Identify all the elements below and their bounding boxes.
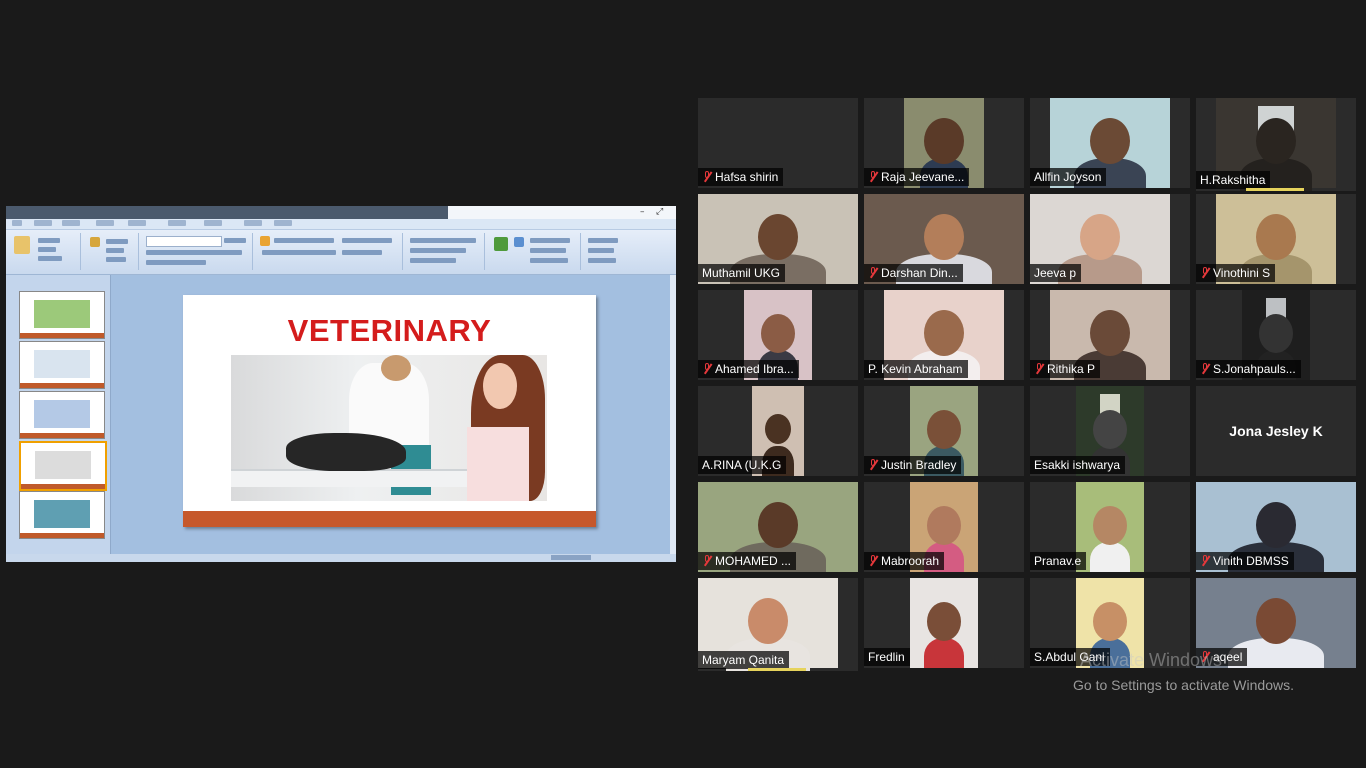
participant-name-label: Raja Jeevane...: [864, 168, 970, 186]
participant-name: Muthamil UKG: [702, 266, 781, 280]
participant-name-label: H.Rakshitha: [1196, 171, 1271, 189]
participant-name-label: Ahamed Ibra...: [698, 360, 799, 378]
participant-tile[interactable]: Maryam Qanita: [698, 578, 858, 671]
participant-name-label: Hafsa shirin: [698, 168, 784, 186]
participant-name-large: Jona Jesley K: [1229, 423, 1323, 439]
muted-mic-icon: [868, 555, 878, 567]
participant-name-label: P. Kevin Abraham: [864, 360, 968, 378]
participant-tile[interactable]: Jona Jesley K: [1196, 386, 1356, 476]
participant-name: A.RINA (U.K.G: [702, 458, 782, 472]
participant-tile[interactable]: Darshan Din...: [864, 194, 1024, 284]
speaking-indicator: [748, 668, 806, 671]
participant-name: Raja Jeevane...: [881, 170, 965, 184]
participant-tile[interactable]: Hafsa shirin: [698, 98, 858, 188]
participant-name: Jeeva p: [1034, 266, 1077, 280]
participant-tile[interactable]: Rithika P: [1030, 290, 1190, 380]
participant-tile[interactable]: Ahamed Ibra...: [698, 290, 858, 380]
participant-tile[interactable]: Raja Jeevane...: [864, 98, 1024, 188]
participant-name-label: Rithika P: [1030, 360, 1101, 378]
participant-tile[interactable]: Mabroorah: [864, 482, 1024, 572]
participant-name: Maryam Qanita: [702, 653, 785, 667]
muted-mic-icon: [868, 171, 878, 183]
muted-mic-icon: [1200, 267, 1210, 279]
participant-tile[interactable]: Pranav.e: [1030, 482, 1190, 572]
muted-mic-icon: [868, 459, 878, 471]
muted-mic-icon: [702, 171, 712, 183]
muted-mic-icon: [868, 267, 878, 279]
muted-mic-icon: [702, 363, 712, 375]
participant-name-label: Justin Bradley: [864, 456, 962, 474]
participant-tile[interactable]: S.Jonahpauls...: [1196, 290, 1356, 380]
participant-name-label: S.Jonahpauls...: [1196, 360, 1301, 378]
participant-name: Rithika P: [1047, 362, 1096, 376]
participant-tile[interactable]: A.RINA (U.K.G: [698, 386, 858, 476]
participant-name-label: MOHAMED ...: [698, 552, 797, 570]
participant-tile[interactable]: P. Kevin Abraham: [864, 290, 1024, 380]
participant-name: S.Jonahpauls...: [1213, 362, 1296, 376]
participant-name-label: Esakki ishwarya: [1030, 456, 1126, 474]
participant-name-label: Darshan Din...: [864, 264, 963, 282]
participant-name: Vinith DBMSS: [1213, 554, 1289, 568]
participant-video: [1076, 482, 1144, 572]
participant-name-label: Muthamil UKG: [698, 264, 786, 282]
participant-name-label: Vinith DBMSS: [1196, 552, 1294, 570]
participant-tile[interactable]: Vinith DBMSS: [1196, 482, 1356, 572]
activate-windows-title: Activate Windows: [1080, 650, 1223, 670]
participant-video: [910, 578, 978, 668]
participant-tile[interactable]: Vinothini S: [1196, 194, 1356, 284]
participant-tile[interactable]: H.Rakshitha: [1196, 98, 1356, 191]
participant-name: Esakki ishwarya: [1034, 458, 1121, 472]
participant-name-label: Maryam Qanita: [698, 651, 790, 669]
participant-name: Allfin Joyson: [1034, 170, 1102, 184]
muted-mic-icon: [1034, 363, 1044, 375]
participant-tile[interactable]: Esakki ishwarya: [1030, 386, 1190, 476]
participant-tile[interactable]: Fredlin: [864, 578, 1024, 668]
participant-name-label: Jeeva p: [1030, 264, 1082, 282]
participant-name: Hafsa shirin: [715, 170, 779, 184]
participant-name: P. Kevin Abraham: [868, 362, 963, 376]
participant-name: Justin Bradley: [881, 458, 957, 472]
participant-name-label: Vinothini S: [1196, 264, 1276, 282]
participant-tile[interactable]: MOHAMED ...: [698, 482, 858, 572]
muted-mic-icon: [702, 555, 712, 567]
participant-name-label: Allfin Joyson: [1030, 168, 1107, 186]
participant-tile[interactable]: Muthamil UKG: [698, 194, 858, 284]
participant-name: MOHAMED ...: [715, 554, 792, 568]
participant-tile[interactable]: Allfin Joyson: [1030, 98, 1190, 188]
participant-name: Pranav.e: [1034, 554, 1082, 568]
participant-name-label: Fredlin: [864, 648, 910, 666]
participant-name: Darshan Din...: [881, 266, 958, 280]
participant-name: Ahamed Ibra...: [715, 362, 794, 376]
participant-name: Fredlin: [868, 650, 905, 664]
participant-name-label: A.RINA (U.K.G: [698, 456, 787, 474]
muted-mic-icon: [1200, 363, 1210, 375]
participant-name-label: Mabroorah: [864, 552, 945, 570]
participant-tile[interactable]: Jeeva p: [1030, 194, 1190, 284]
participant-name: Mabroorah: [881, 554, 940, 568]
participant-tile[interactable]: Justin Bradley: [864, 386, 1024, 476]
participant-name: H.Rakshitha: [1200, 173, 1266, 187]
speaking-indicator: [1246, 188, 1304, 191]
activate-windows-subtitle: Go to Settings to activate Windows.: [1073, 677, 1294, 693]
muted-mic-icon: [1200, 555, 1210, 567]
participant-name: Vinothini S: [1213, 266, 1271, 280]
participant-name-label: Pranav.e: [1030, 552, 1087, 570]
